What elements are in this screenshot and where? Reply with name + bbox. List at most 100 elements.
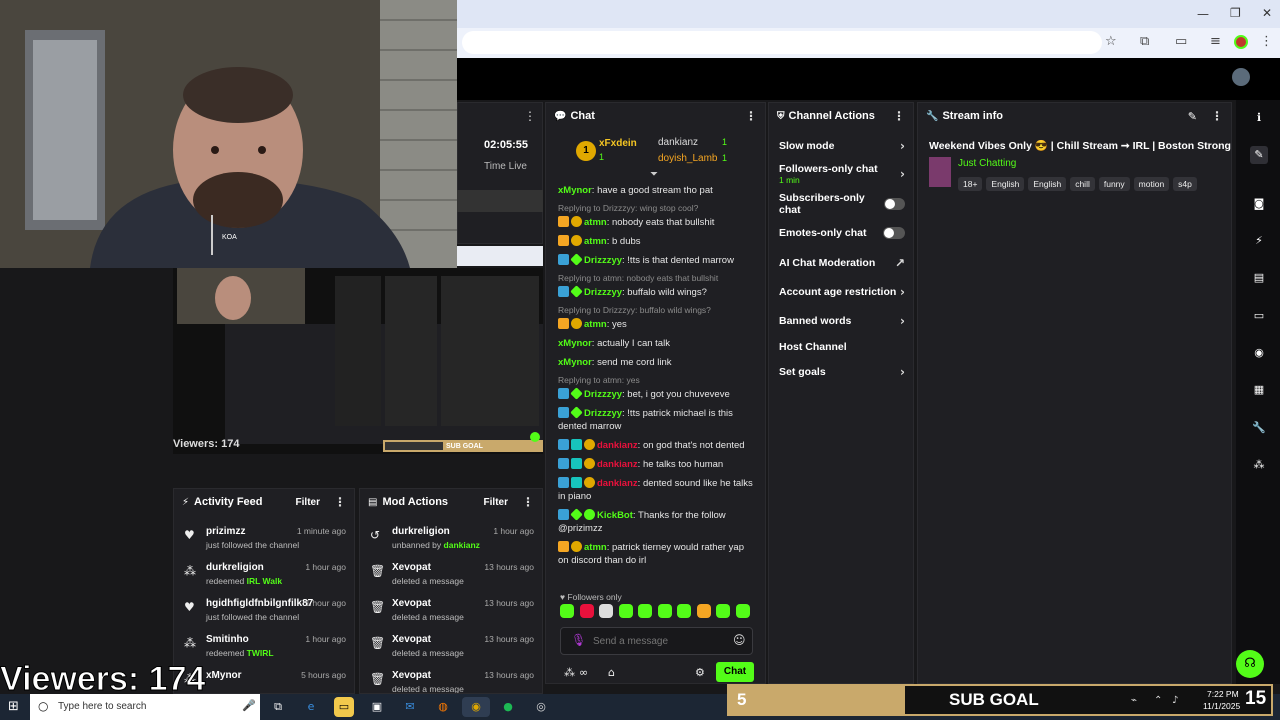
- bookmark-star-icon[interactable]: ☆: [1105, 34, 1117, 49]
- emote-icon[interactable]: [618, 604, 633, 618]
- activity-filter-button[interactable]: Filter: [296, 497, 320, 508]
- feed-item[interactable]: 🗑 Xevopat 13 hours ago deleted a message: [360, 665, 542, 693]
- feed-item-name[interactable]: Smitinho: [206, 634, 249, 645]
- task-view-icon[interactable]: ⧉: [268, 697, 288, 717]
- feed-item[interactable]: ♥ prizimzz 1 minute ago just followed the c…: [174, 521, 354, 557]
- volume-icon[interactable]: ♪: [1172, 695, 1178, 706]
- stream-tag[interactable]: motion: [1133, 177, 1170, 191]
- playlist-icon[interactable]: ≡: [1210, 34, 1221, 49]
- chrome-icon[interactable]: ◉: [462, 697, 490, 717]
- chat-username[interactable]: dankianz: [597, 478, 638, 489]
- category-name[interactable]: Just Chatting: [958, 158, 1016, 169]
- cast-icon[interactable]: ▭: [1175, 34, 1187, 49]
- reply-context[interactable]: Replying to Drizzzyy: buffalo wild wings…: [546, 302, 765, 315]
- leader-name[interactable]: xFxdein: [599, 138, 637, 149]
- chat-send-button[interactable]: Chat: [716, 662, 754, 682]
- leader-name[interactable]: dankianz: [658, 137, 698, 148]
- channel-actions-menu-icon[interactable]: ⋮: [893, 109, 905, 123]
- obs-icon[interactable]: ◎: [531, 697, 551, 717]
- chat-username[interactable]: Drizzzyy: [584, 255, 622, 266]
- stream-info-menu-icon[interactable]: ⋮: [1211, 109, 1223, 123]
- emoji-icon[interactable]: ☺: [733, 633, 746, 647]
- channel-action-followers-only-chat[interactable]: Followers-only chat 1 min ›: [769, 159, 915, 189]
- feed-item-name[interactable]: Xevopat: [392, 670, 431, 681]
- chat-username[interactable]: atmn: [584, 236, 607, 247]
- reply-context[interactable]: Replying to atmn: yes: [546, 372, 765, 385]
- panel-menu-icon[interactable]: ⋮: [524, 109, 536, 123]
- feed-item[interactable]: ↺ durkreligion 1 hour ago unbanned by danki…: [360, 521, 542, 557]
- feed-item[interactable]: 🗑 Xevopat 13 hours ago deleted a message: [360, 629, 542, 665]
- profile-avatar[interactable]: [1234, 35, 1248, 49]
- channel-action-emotes-only-chat[interactable]: Emotes-only chat: [769, 222, 915, 244]
- mail-icon[interactable]: ✉: [400, 697, 420, 717]
- emote-icon[interactable]: [677, 604, 691, 618]
- chat-message-input[interactable]: [593, 633, 723, 649]
- wrench-tool-icon[interactable]: 🔧: [1250, 419, 1268, 437]
- broadcast-icon[interactable]: ◉: [1250, 344, 1268, 362]
- toggle-switch[interactable]: [883, 227, 905, 239]
- address-bar[interactable]: [462, 31, 1102, 54]
- feed-item-name[interactable]: Xevopat: [392, 634, 431, 645]
- chat-username[interactable]: atmn: [584, 217, 607, 228]
- extensions-icon[interactable]: ⧉: [1140, 34, 1149, 49]
- feed-item-name[interactable]: xMynor: [206, 670, 242, 681]
- channel-points-icon[interactable]: ⁂: [564, 666, 575, 679]
- toggle-switch[interactable]: [884, 198, 905, 210]
- firefox-icon[interactable]: ◍: [433, 697, 453, 717]
- filter-icon[interactable]: ⏷: [650, 169, 658, 180]
- chat-username[interactable]: atmn: [584, 542, 607, 553]
- reply-context[interactable]: Replying to atmn: nobody eats that bulls…: [546, 270, 765, 283]
- emote-icon[interactable]: [696, 604, 711, 618]
- browser-menu-icon[interactable]: ⋮: [1260, 34, 1273, 49]
- chat-username[interactable]: dankianz: [597, 459, 638, 470]
- channel-action-ai-chat-moderation[interactable]: AI Chat Moderation ↗: [769, 252, 915, 274]
- stream-tag[interactable]: English: [986, 177, 1025, 191]
- chat-menu-icon[interactable]: ⋮: [745, 109, 757, 123]
- chat-username[interactable]: xMynor: [558, 357, 592, 368]
- taskbar-search-box[interactable]: ○ Type here to search 🎤: [30, 694, 260, 720]
- store-icon[interactable]: ▣: [367, 697, 387, 717]
- chat-username[interactable]: xMynor: [558, 338, 592, 349]
- stream-tag[interactable]: s4p: [1173, 177, 1197, 191]
- windows-start-icon[interactable]: ⊞: [8, 699, 19, 714]
- feed-item-name[interactable]: prizimzz: [206, 526, 245, 537]
- feed-item[interactable]: ⁂ durkreligion 1 hour ago redeemed IRL Walk: [174, 557, 354, 593]
- stream-tag[interactable]: 18+: [958, 177, 983, 191]
- stream-tag[interactable]: funny: [1098, 177, 1130, 191]
- feed-item-name[interactable]: durkreligion: [206, 562, 264, 573]
- channel-action-account-age-restriction[interactable]: Account age restriction ›: [769, 281, 915, 303]
- mod-filter-button[interactable]: Filter: [484, 497, 508, 508]
- microphone-icon[interactable]: 🎤: [242, 699, 256, 712]
- leader-name[interactable]: doyish_Lamb: [658, 153, 717, 164]
- feed-item-name[interactable]: durkreligion: [392, 526, 450, 537]
- settings-gear-icon[interactable]: ⚙: [695, 666, 705, 679]
- feed-item-name[interactable]: hgidhfigldfnbilgnfilk87: [206, 598, 313, 609]
- spotify-icon[interactable]: ●: [498, 697, 518, 717]
- feed-item-name[interactable]: Xevopat: [392, 598, 431, 609]
- chat-username[interactable]: xMynor: [558, 185, 592, 196]
- chat-username[interactable]: KickBot: [597, 510, 633, 521]
- clock-date[interactable]: 11/1/2025: [1203, 701, 1240, 711]
- channel-action-slow-mode[interactable]: Slow mode ›: [769, 135, 915, 157]
- info-icon[interactable]: ℹ: [1250, 109, 1268, 127]
- stream-tag[interactable]: chill: [1070, 177, 1095, 191]
- lightning-icon[interactable]: ⚡: [1250, 232, 1268, 250]
- tray-arrow-icon[interactable]: ⌃: [1154, 695, 1162, 706]
- feed-item[interactable]: ♥ hgidhfigldfnbilgnfilk87 1 hour ago just f…: [174, 593, 354, 629]
- restore-button[interactable]: ❐: [1230, 6, 1241, 20]
- clock-time[interactable]: 7:22 PM: [1207, 689, 1239, 699]
- shop-icon[interactable]: ⌂: [608, 666, 615, 679]
- close-button[interactable]: ✕: [1262, 6, 1272, 20]
- file-explorer-icon[interactable]: ▭: [334, 697, 354, 717]
- feed-item-name[interactable]: Xevopat: [392, 562, 431, 573]
- chat-username[interactable]: Drizzzyy: [584, 287, 622, 298]
- minimize-button[interactable]: —: [1197, 7, 1209, 21]
- stream-tag[interactable]: English: [1028, 177, 1067, 191]
- edit-pencil-icon[interactable]: ✎: [1188, 110, 1197, 123]
- channel-action-host-channel[interactable]: Host Channel: [769, 336, 915, 358]
- user-avatar[interactable]: [1232, 68, 1250, 86]
- support-headset-icon[interactable]: ☊: [1236, 650, 1264, 678]
- emote-icon[interactable]: [735, 604, 750, 618]
- reply-context[interactable]: Replying to Drizzzyy: wing stop cool?: [546, 200, 765, 213]
- layout-icon[interactable]: ▦: [1250, 381, 1268, 399]
